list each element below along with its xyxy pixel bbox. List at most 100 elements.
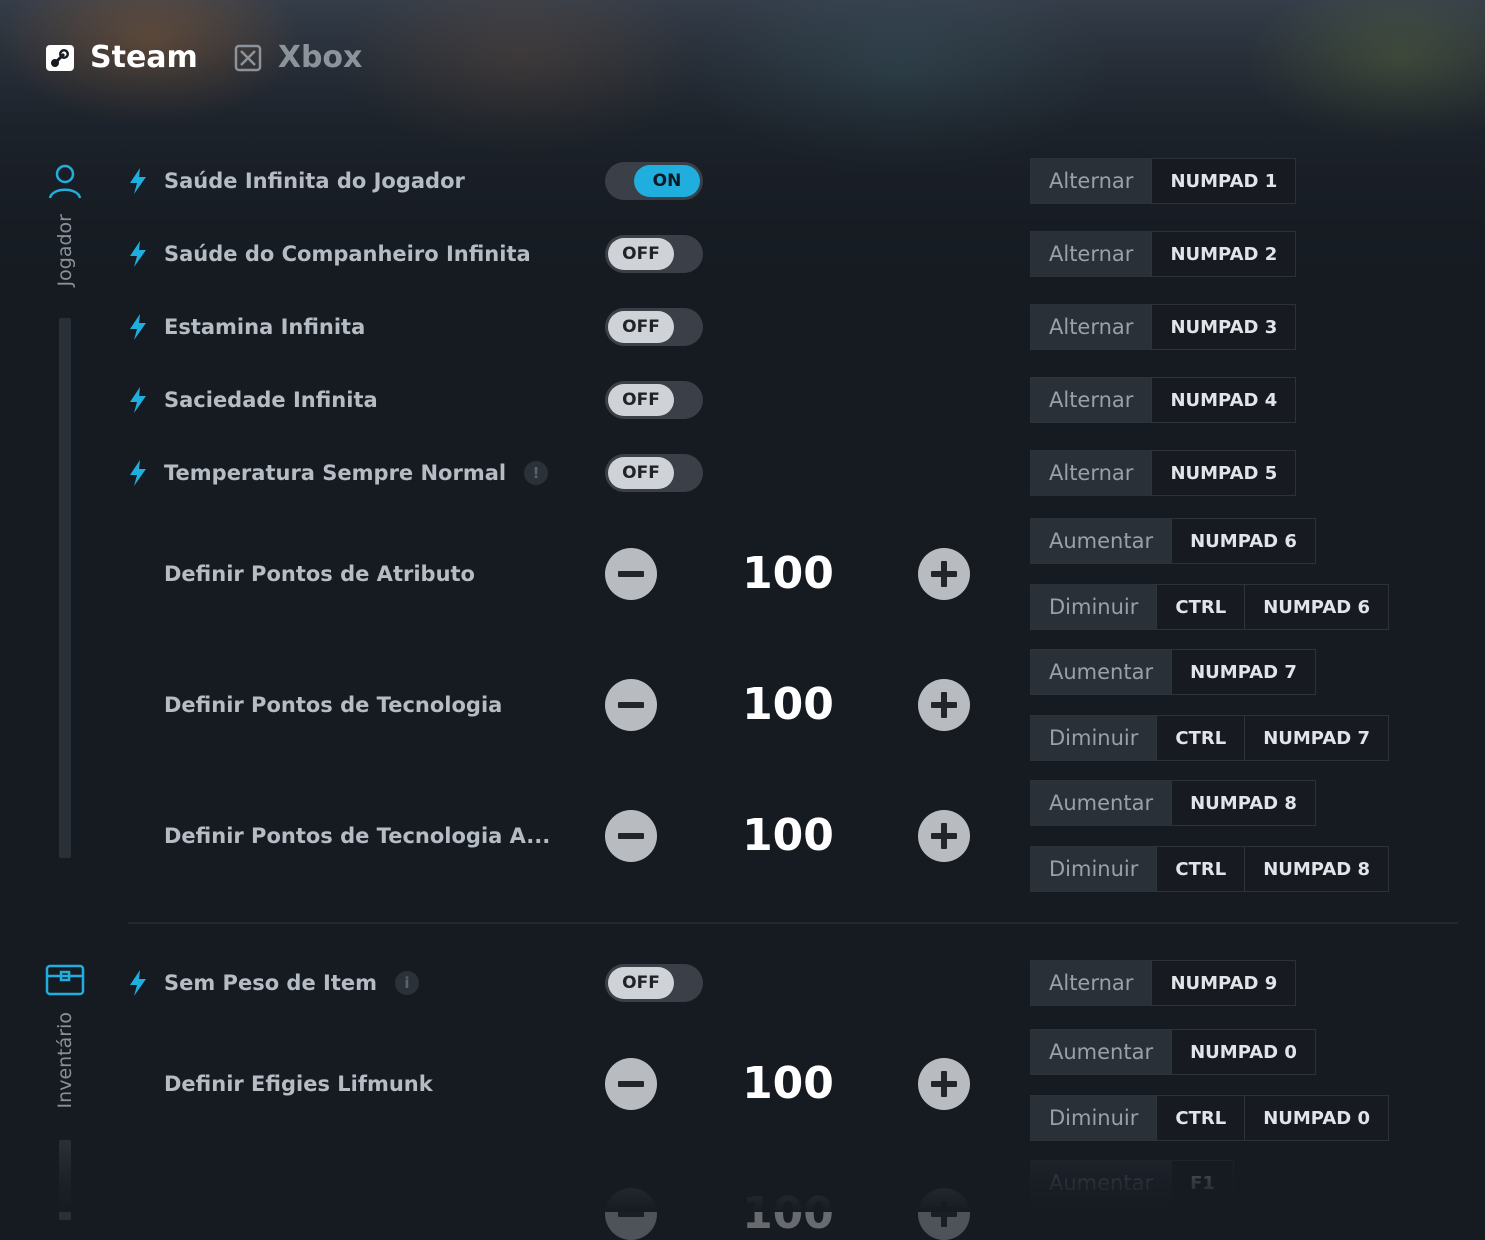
hotkey-binding[interactable]: Diminuir CTRL NUMPAD 7 xyxy=(1030,715,1390,761)
hotkey-key: NUMPAD 8 xyxy=(1244,847,1389,891)
hotkey-modifier: CTRL xyxy=(1156,716,1245,760)
cheat-label: Estamina Infinita xyxy=(164,315,366,339)
hotkey-binding[interactable]: Diminuir CTRL NUMPAD 0 xyxy=(1030,1095,1390,1141)
increase-button[interactable] xyxy=(918,810,970,862)
hotkey-key: NUMPAD 7 xyxy=(1171,650,1315,694)
toggle-switch[interactable]: ON xyxy=(605,162,703,200)
stepper-value: 100 xyxy=(742,1058,834,1109)
stepper-value: 100 xyxy=(742,810,834,861)
section-player: Jogador xyxy=(40,160,90,859)
hotkey-key: F1 xyxy=(1171,1161,1233,1205)
increase-button[interactable] xyxy=(918,1188,970,1240)
tab-steam-label: Steam xyxy=(90,40,198,75)
decrease-button[interactable] xyxy=(605,548,657,600)
hotkey-action: Aumentar xyxy=(1031,519,1172,563)
section-divider xyxy=(128,922,1458,924)
bolt-icon xyxy=(128,241,148,267)
hotkey-key: NUMPAD 7 xyxy=(1244,716,1389,760)
hotkey-binding[interactable]: Alternar NUMPAD 9 xyxy=(1030,960,1297,1006)
hotkey-binding[interactable]: Alternar NUMPAD 4 xyxy=(1030,377,1297,423)
toggle-state: OFF xyxy=(608,457,674,489)
increase-button[interactable] xyxy=(918,679,970,731)
hotkey-action: Alternar xyxy=(1031,378,1152,422)
hotkey-binding[interactable]: Aumentar NUMPAD 7 xyxy=(1030,649,1316,695)
cheat-label: Saúde Infinita do Jogador xyxy=(164,169,465,193)
hotkey-binding[interactable]: Diminuir CTRL NUMPAD 8 xyxy=(1030,846,1390,892)
decrease-button[interactable] xyxy=(605,1188,657,1240)
player-icon xyxy=(48,164,82,199)
cheat-label: Definir Pontos de Atributo xyxy=(164,562,475,586)
decrease-button[interactable] xyxy=(605,810,657,862)
hotkey-key: NUMPAD 4 xyxy=(1151,378,1296,422)
hotkey-binding[interactable]: Aumentar NUMPAD 8 xyxy=(1030,780,1316,826)
tab-xbox[interactable]: Xbox xyxy=(232,40,363,75)
section-inventory-scrollbar[interactable] xyxy=(59,1140,71,1221)
bolt-icon xyxy=(128,387,148,413)
info-icon[interactable]: ! xyxy=(524,461,549,485)
stepper-value: 100 xyxy=(742,548,834,599)
hotkey-binding[interactable]: Aumentar NUMPAD 6 xyxy=(1030,518,1316,564)
hotkey-action: Aumentar xyxy=(1031,650,1172,694)
hotkey-action: Alternar xyxy=(1031,232,1152,276)
hotkey-key: NUMPAD 2 xyxy=(1151,232,1296,276)
cheat-label: Temperatura Sempre Normal xyxy=(164,461,507,485)
decrease-button[interactable] xyxy=(605,1058,657,1110)
hotkey-binding[interactable]: Alternar NUMPAD 5 xyxy=(1030,450,1297,496)
section-inventory-label: Inventário xyxy=(54,1012,76,1109)
hotkey-action: Aumentar xyxy=(1031,781,1172,825)
toggle-switch[interactable]: OFF xyxy=(605,964,703,1002)
tab-steam[interactable]: Steam xyxy=(44,40,198,75)
tab-xbox-label: Xbox xyxy=(277,40,363,75)
hotkey-modifier: CTRL xyxy=(1156,585,1245,629)
hotkey-key: NUMPAD 3 xyxy=(1151,305,1296,349)
toggle-switch[interactable]: OFF xyxy=(605,308,703,346)
bolt-icon xyxy=(128,168,148,194)
steam-icon xyxy=(46,44,74,71)
hotkey-key: NUMPAD 1 xyxy=(1151,159,1296,203)
hotkey-modifier: CTRL xyxy=(1156,1096,1245,1140)
xbox-icon xyxy=(234,44,262,71)
bolt-icon xyxy=(128,314,148,340)
hotkey-action: Diminuir xyxy=(1031,716,1157,760)
info-icon[interactable]: i xyxy=(395,971,419,995)
section-inventory: Inventário xyxy=(40,962,90,1221)
hotkey-action: Alternar xyxy=(1031,305,1152,349)
hotkey-binding[interactable]: Aumentar F1 xyxy=(1030,1160,1234,1206)
hotkey-binding[interactable]: Aumentar NUMPAD 0 xyxy=(1030,1029,1316,1075)
section-player-scrollbar[interactable] xyxy=(59,318,71,859)
cheat-label: Definir Efigies Lifmunk xyxy=(164,1072,433,1096)
hotkey-binding[interactable]: Alternar NUMPAD 2 xyxy=(1030,231,1297,277)
cheat-label: Saúde do Companheiro Infinita xyxy=(164,242,531,266)
cheat-label: Saciedade Infinita xyxy=(164,388,378,412)
hotkey-key: NUMPAD 0 xyxy=(1171,1030,1315,1074)
hotkey-modifier: CTRL xyxy=(1156,847,1245,891)
bolt-icon xyxy=(128,460,148,486)
cheat-label: Definir Pontos de Tecnologia xyxy=(164,693,503,717)
chest-icon xyxy=(45,964,85,996)
toggle-state: OFF xyxy=(608,238,674,270)
hotkey-action: Diminuir xyxy=(1031,847,1157,891)
hotkey-key: NUMPAD 5 xyxy=(1151,451,1296,495)
toggle-switch[interactable]: OFF xyxy=(605,235,703,273)
section-player-label: Jogador xyxy=(54,214,76,287)
hotkey-action: Aumentar xyxy=(1031,1030,1172,1074)
hotkey-action: Aumentar xyxy=(1031,1161,1172,1205)
hotkey-action: Diminuir xyxy=(1031,1096,1157,1140)
increase-button[interactable] xyxy=(918,548,970,600)
hotkey-binding[interactable]: Diminuir CTRL NUMPAD 6 xyxy=(1030,584,1390,630)
hotkey-binding[interactable]: Alternar NUMPAD 1 xyxy=(1030,158,1297,204)
toggle-switch[interactable]: OFF xyxy=(605,454,703,492)
toggle-state: OFF xyxy=(608,384,674,416)
bolt-icon xyxy=(128,970,148,996)
stepper-value: 100 xyxy=(742,679,834,730)
hotkey-action: Alternar xyxy=(1031,961,1152,1005)
hotkey-key: NUMPAD 6 xyxy=(1171,519,1315,563)
cheat-label: Sem Peso de Item xyxy=(164,971,377,995)
hotkey-binding[interactable]: Alternar NUMPAD 3 xyxy=(1030,304,1297,350)
cheat-label: Definir Pontos de Tecnologia A... xyxy=(164,824,551,848)
hotkey-key: NUMPAD 8 xyxy=(1171,781,1315,825)
hotkey-key: NUMPAD 6 xyxy=(1244,585,1389,629)
toggle-switch[interactable]: OFF xyxy=(605,381,703,419)
decrease-button[interactable] xyxy=(605,679,657,731)
increase-button[interactable] xyxy=(918,1058,970,1110)
